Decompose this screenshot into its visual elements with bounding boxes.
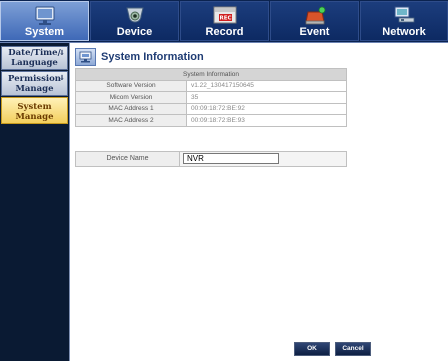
dropdown-arrow-icon: ⇓: [59, 74, 65, 82]
row-key: Software Version: [75, 79, 187, 92]
device-name-input[interactable]: [183, 153, 279, 164]
tab-event[interactable]: Event: [270, 1, 359, 41]
sidebar-item-system-manage[interactable]: System Manage: [1, 97, 68, 124]
row-key: Micom Version: [75, 91, 187, 104]
row-key: MAC Address 2: [75, 114, 187, 127]
sidebar: ⇓ Date/Time/ Language ⇓ Permission Manag…: [0, 43, 69, 361]
row-value: v1.22_130417150645: [186, 79, 347, 92]
table-row: MAC Address 1 00:09:18:72:BE:92: [75, 102, 347, 115]
sidebar-item-label: Manage: [15, 112, 54, 122]
svg-text:REC: REC: [219, 16, 231, 22]
sidebar-item-permission-manage[interactable]: ⇓ Permission Manage: [1, 71, 68, 96]
tab-record[interactable]: REC Record: [180, 1, 269, 41]
app-frame: System Device REC Record Event Network ⇓…: [0, 0, 448, 361]
tab-system[interactable]: System: [0, 1, 89, 41]
row-value: 00:09:18:72:BE:92: [186, 102, 347, 115]
device-name-row: Device Name: [75, 151, 347, 167]
top-tab-bar: System Device REC Record Event Network: [0, 0, 448, 43]
system-info-icon: [75, 48, 96, 66]
tab-label: Network: [382, 26, 426, 38]
cancel-button[interactable]: Cancel: [335, 342, 371, 356]
row-value: 00:09:18:72:BE:93: [186, 114, 347, 127]
tab-device[interactable]: Device: [90, 1, 179, 41]
sidebar-item-label: Permission: [8, 74, 61, 84]
main-panel: System Information System Information So…: [69, 43, 448, 361]
sidebar-item-date-time-language[interactable]: ⇓ Date/Time/ Language: [1, 46, 68, 70]
tab-label: Event: [299, 26, 330, 38]
row-key: MAC Address 1: [75, 102, 187, 115]
system-info-table: System Information Software Version v1.2…: [75, 68, 347, 127]
page-title: System Information: [101, 51, 204, 63]
table-row: Micom Version 35: [75, 91, 347, 104]
dropdown-arrow-icon: ⇓: [59, 49, 65, 57]
table-header-row: System Information: [75, 68, 347, 81]
table-header: System Information: [75, 68, 347, 81]
sidebar-item-label: System: [17, 102, 52, 112]
sidebar-item-label: Language: [11, 58, 58, 68]
sidebar-item-label: Date/Time/: [8, 48, 61, 58]
tab-label: System: [24, 26, 65, 38]
tab-network[interactable]: Network: [360, 1, 448, 41]
tab-label: Device: [116, 26, 153, 38]
tab-label: Record: [205, 26, 244, 38]
table-row: Software Version v1.22_130417150645: [75, 79, 347, 92]
device-name-label: Device Name: [76, 152, 180, 166]
row-value: 35: [186, 91, 347, 104]
ok-button[interactable]: OK: [294, 342, 330, 356]
sidebar-item-label: Manage: [15, 84, 54, 94]
table-row: MAC Address 2 00:09:18:72:BE:93: [75, 114, 347, 127]
